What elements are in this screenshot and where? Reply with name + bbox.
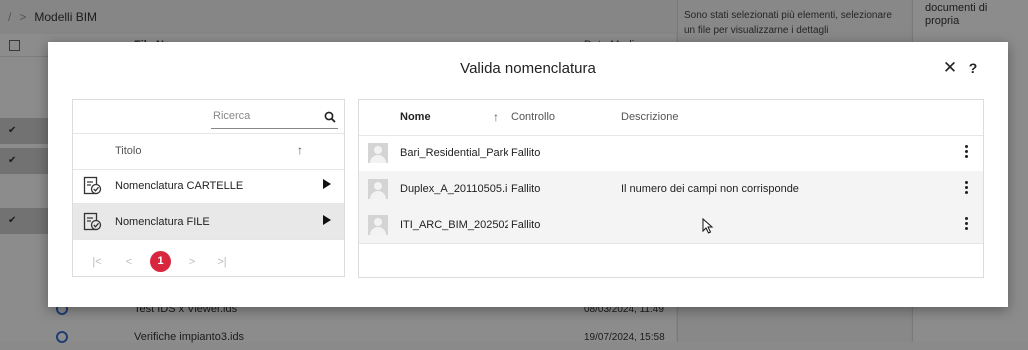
validation-results-panel: Nome ↑ Controllo Descrizione Bari_Reside… (358, 99, 984, 278)
table-row[interactable]: Verifiche impianto3.ids 19/07/2024, 15:5… (0, 324, 676, 350)
status-text: Fallito (511, 183, 541, 195)
arrow-up-icon[interactable]: ↑ (493, 110, 499, 124)
dialog-title: Valida nomenclatura (460, 60, 596, 77)
first-page-icon[interactable]: |< (89, 254, 105, 270)
title-column-header[interactable]: Titolo (115, 145, 142, 157)
breadcrumb-separator: / (8, 10, 12, 24)
play-arrow-icon[interactable] (323, 179, 331, 189)
file-name: ITI_ARC_BIM_202502... (400, 219, 508, 231)
play-arrow-icon[interactable] (323, 215, 331, 225)
avatar (368, 179, 388, 199)
check-icon[interactable]: ✔ (8, 125, 20, 137)
list-item-label: Nomenclatura CARTELLE (115, 180, 244, 192)
list-item-label: Nomenclatura FILE (115, 216, 210, 228)
last-page-icon[interactable]: >| (214, 254, 230, 270)
check-icon[interactable]: ✔ (8, 215, 20, 227)
check-column-header[interactable]: Controllo (511, 111, 555, 123)
avatar (368, 215, 388, 235)
checklist-icon (83, 212, 102, 231)
close-icon[interactable]: ✕ (942, 59, 958, 76)
description-text: Il numero dei campi non corrisponde (621, 183, 799, 195)
check-icon[interactable]: ✔ (8, 155, 20, 167)
file-date: 19/07/2024, 15:58 (584, 331, 665, 343)
more-vert-icon[interactable] (965, 217, 969, 233)
current-page[interactable]: 1 (150, 251, 171, 272)
arrow-up-icon[interactable]: ↑ (297, 143, 303, 157)
help-button[interactable]: ? (966, 60, 980, 76)
status-text: Fallito (511, 147, 541, 159)
pagination: |< < 1 > >| (73, 248, 344, 276)
avatar (368, 143, 388, 163)
naming-rules-panel: Titolo ↑ Nomenclatura CARTELLE Nomenc (72, 99, 345, 277)
results-header: Nome ↑ Controllo Descrizione (359, 100, 983, 136)
table-row[interactable]: Bari_Residential_Park... Fallito (359, 135, 983, 172)
file-name: Verifiche impianto3.ids (134, 331, 245, 343)
list-item[interactable]: Nomenclatura CARTELLE (73, 168, 344, 204)
next-page-icon[interactable]: > (184, 254, 200, 270)
more-vert-icon[interactable] (965, 181, 969, 197)
search-input[interactable] (211, 110, 323, 122)
table-row[interactable]: Duplex_A_20110505.i... Fallito Il numero… (359, 171, 983, 208)
name-column-header[interactable]: Nome (400, 111, 431, 123)
search-field (211, 110, 338, 129)
select-all-checkbox[interactable] (9, 39, 20, 51)
status-text: Fallito (511, 219, 541, 231)
prev-page-icon[interactable]: < (121, 254, 137, 270)
file-name: Bari_Residential_Park... (400, 147, 508, 159)
more-vert-icon[interactable] (965, 145, 969, 161)
rules-list-header: Titolo ↑ (73, 133, 344, 170)
checklist-icon (83, 176, 102, 195)
description-column-header[interactable]: Descrizione (621, 111, 678, 123)
mouse-cursor-icon (702, 218, 714, 234)
file-name: Duplex_A_20110505.i... (400, 183, 508, 195)
ids-file-icon (56, 331, 68, 343)
validate-naming-dialog: Valida nomenclatura ✕ ? Titolo ↑ Nomencl… (48, 42, 1008, 307)
breadcrumb: / > Modelli BIM (0, 0, 684, 35)
table-row[interactable]: ITI_ARC_BIM_202502... Fallito (359, 207, 983, 244)
search-icon[interactable] (324, 111, 336, 123)
breadcrumb-separator: > (19, 10, 27, 24)
breadcrumb-current[interactable]: Modelli BIM (34, 10, 97, 24)
list-item[interactable]: Nomenclatura FILE (73, 204, 344, 240)
